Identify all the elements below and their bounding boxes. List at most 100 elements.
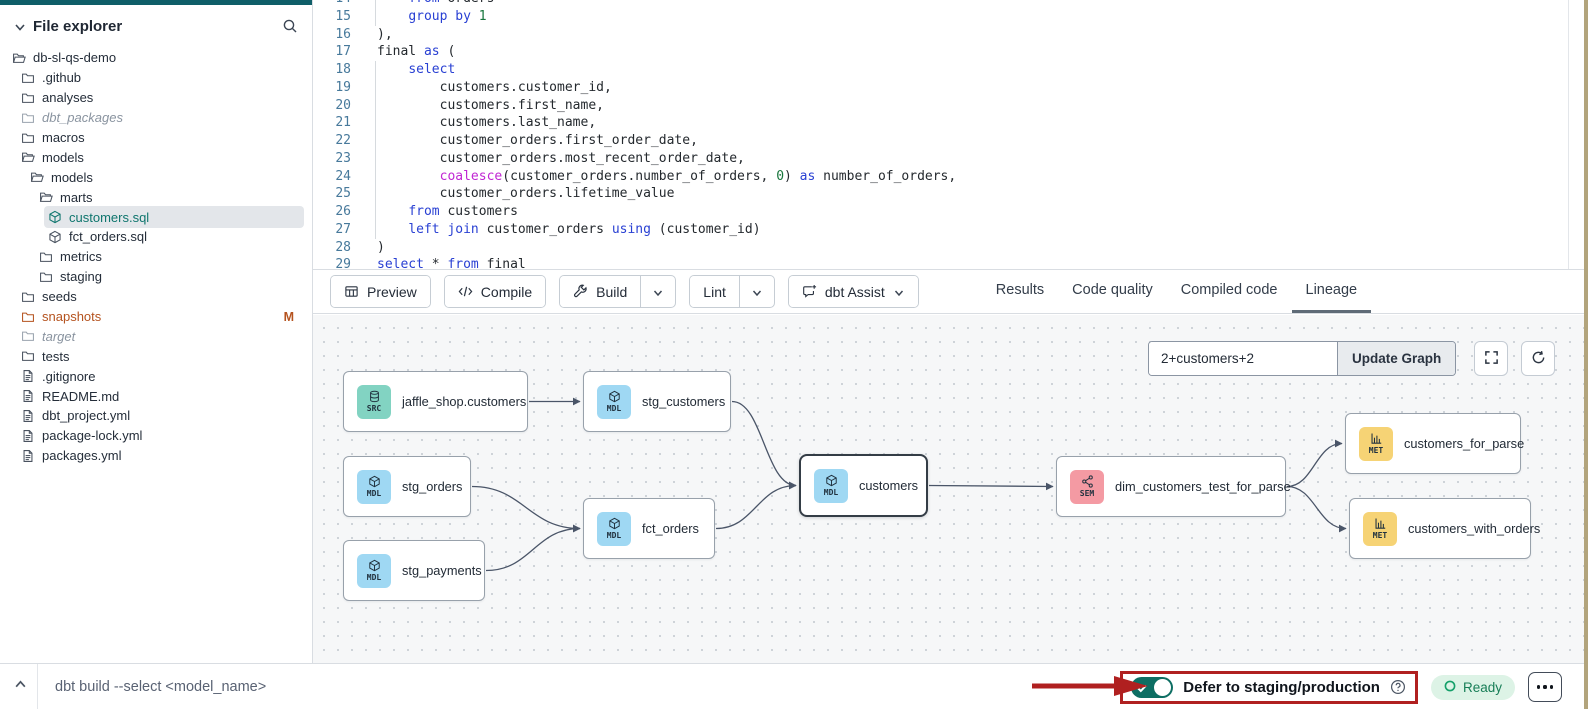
tree-item-readme-md[interactable]: README.md — [0, 386, 312, 406]
tree-item-dbt-packages[interactable]: dbt_packages — [0, 108, 312, 128]
status-circle-icon — [1444, 680, 1456, 695]
code-line-14[interactable]: from orders — [377, 0, 494, 8]
file-explorer-header: File explorer — [0, 12, 312, 40]
lineage-node-stg_payments[interactable]: MDLstg_payments — [343, 540, 485, 601]
lineage-node-fct_orders[interactable]: MDLfct_orders — [583, 498, 715, 559]
tree-item-package-lock-yml[interactable]: package-lock.yml — [0, 426, 312, 446]
tree-item-customers-sql[interactable]: customers.sql — [0, 207, 312, 227]
lineage-node-customers_with_orders[interactable]: METcustomers_with_orders — [1349, 498, 1531, 559]
tab-lineage[interactable]: Lineage — [1292, 270, 1372, 313]
tree-item-label: customers.sql — [69, 210, 149, 225]
tree-item-fct-orders-sql[interactable]: fct_orders.sql — [0, 227, 312, 247]
tree-item-macros[interactable]: macros — [0, 128, 312, 148]
code-line-27[interactable]: left join customer_orders using (custome… — [377, 221, 761, 239]
editor-scrollbar-track[interactable] — [1568, 0, 1569, 270]
chevron-down-icon[interactable] — [14, 20, 26, 32]
lineage-node-customers_for_parse[interactable]: METcustomers_for_parse — [1345, 413, 1521, 474]
more-options-button[interactable] — [1528, 672, 1562, 702]
indent-guide — [375, 61, 376, 79]
code-line-15[interactable]: group by 1 — [377, 8, 487, 26]
line-number: 18 — [323, 61, 351, 79]
line-number: 26 — [323, 203, 351, 221]
lint-button[interactable]: Lint — [690, 276, 739, 307]
help-icon[interactable] — [1390, 679, 1406, 695]
code-line-26[interactable]: from customers — [377, 203, 518, 221]
preview-button[interactable]: Preview — [331, 276, 430, 307]
lint-dropdown-toggle[interactable] — [739, 276, 774, 307]
build-dropdown-toggle[interactable] — [640, 276, 675, 307]
code-icon — [458, 284, 473, 299]
compile-button[interactable]: Compile — [445, 276, 545, 307]
tree-item-snapshots[interactable]: snapshotsM — [0, 307, 312, 327]
chevron-down-icon — [893, 286, 905, 298]
tab-compiled-code[interactable]: Compiled code — [1167, 270, 1292, 313]
status-bar: Defer to staging/production Ready — [0, 663, 1588, 709]
check-icon — [1136, 681, 1148, 693]
tree-item-packages-yml[interactable]: packages.yml — [0, 446, 312, 466]
folder-icon — [21, 329, 35, 343]
tab-code-quality[interactable]: Code quality — [1058, 270, 1167, 313]
lineage-node-stg_customers[interactable]: MDLstg_customers — [583, 371, 731, 432]
refresh-button[interactable] — [1521, 341, 1555, 376]
tree-item-label: seeds — [42, 289, 77, 304]
tree-item-metrics[interactable]: metrics — [0, 247, 312, 267]
lineage-controls: Update Graph — [1148, 341, 1555, 376]
tree-item-staging[interactable]: staging — [0, 267, 312, 287]
defer-toggle[interactable] — [1131, 677, 1173, 698]
code-line-21[interactable]: customers.last_name, — [377, 114, 596, 132]
code-line-16[interactable]: ), — [377, 26, 393, 44]
line-number: 22 — [323, 132, 351, 150]
update-graph-button[interactable]: Update Graph — [1337, 342, 1455, 375]
build-button[interactable]: Build — [560, 276, 640, 307]
defer-label: Defer to staging/production — [1183, 679, 1380, 696]
collapse-panel-button[interactable] — [8, 673, 32, 701]
lineage-node-stg_orders[interactable]: MDLstg_orders — [343, 456, 471, 517]
tree-item-tests[interactable]: tests — [0, 346, 312, 366]
code-line-24[interactable]: coalesce(customer_orders.number_of_order… — [377, 168, 956, 186]
chevron-down-icon — [751, 286, 763, 298]
folder-icon — [21, 71, 35, 85]
code-line-17[interactable]: final as ( — [377, 43, 455, 61]
tree-item--github[interactable]: .github — [0, 68, 312, 88]
tree-item-label: packages.yml — [42, 448, 121, 463]
tree-item-label: staging — [60, 269, 102, 284]
tree-item-marts[interactable]: marts — [0, 187, 312, 207]
lineage-node-customers[interactable]: MDLcustomers — [799, 454, 928, 517]
folder-icon — [21, 111, 35, 125]
tree-item-seeds[interactable]: seeds — [0, 287, 312, 307]
tree-item--gitignore[interactable]: .gitignore — [0, 366, 312, 386]
node-label: dim_customers_test_for_parse — [1115, 479, 1291, 494]
fullscreen-button[interactable] — [1474, 341, 1508, 376]
tree-item-analyses[interactable]: analyses — [0, 88, 312, 108]
model-icon — [608, 517, 621, 530]
tree-item-target[interactable]: target — [0, 326, 312, 346]
node-type-badge-src: SRC — [357, 385, 391, 419]
indent-guide — [375, 8, 376, 26]
indent-guide — [375, 79, 376, 97]
code-line-25[interactable]: customer_orders.lifetime_value — [377, 185, 674, 203]
dbt-assist-button[interactable]: dbt Assist — [789, 276, 918, 307]
line-number: 14 — [323, 0, 351, 8]
code-line-19[interactable]: customers.customer_id, — [377, 79, 612, 97]
code-line-23[interactable]: customer_orders.most_recent_order_date, — [377, 150, 745, 168]
lineage-node-dim_customers_test_for_parse[interactable]: SEMdim_customers_test_for_parse — [1056, 456, 1286, 517]
code-line-28[interactable]: ) — [377, 239, 385, 257]
tree-item-dbt-project-yml[interactable]: dbt_project.yml — [0, 406, 312, 426]
lineage-node-jaffle_shop_customers[interactable]: SRCjaffle_shop.customers — [343, 371, 528, 432]
graph-selector-input[interactable] — [1149, 342, 1337, 375]
dbt-cloud-ide: File explorer db-sl-qs-demo.githubanalys… — [0, 0, 1588, 709]
tree-item-db-sl-qs-demo[interactable]: db-sl-qs-demo — [0, 48, 312, 68]
code-line-18[interactable]: select — [377, 61, 455, 79]
line-number: 21 — [323, 114, 351, 132]
code-editor[interactable]: 14 from orders15 group by 116),17final a… — [313, 0, 1584, 270]
tree-item-models[interactable]: models — [0, 147, 312, 167]
code-line-29[interactable]: select * from final — [377, 256, 526, 270]
code-line-20[interactable]: customers.first_name, — [377, 97, 604, 115]
code-line-22[interactable]: customer_orders.first_order_date, — [377, 132, 698, 150]
tree-item-label: snapshots — [42, 309, 101, 324]
lineage-canvas[interactable]: Update Graph SRCjaffle_shop.customers MDL… — [313, 315, 1584, 663]
tab-results[interactable]: Results — [982, 270, 1058, 313]
command-input[interactable] — [45, 670, 945, 704]
tree-item-models[interactable]: models — [0, 167, 312, 187]
search-icon[interactable] — [282, 18, 298, 34]
